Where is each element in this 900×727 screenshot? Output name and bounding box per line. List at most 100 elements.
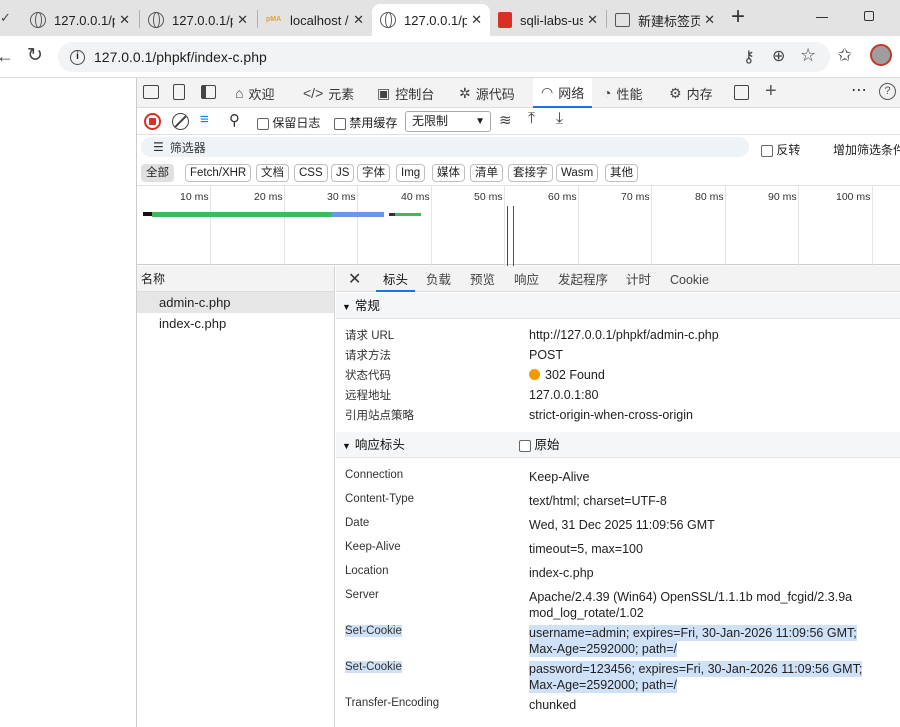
tab-title: 127.0.0.1/phpkf/ [54,12,115,28]
zoom-icon[interactable]: ⊕ [772,46,785,66]
help-icon[interactable]: ? [879,83,896,100]
header-value: index-c.php [529,566,594,580]
header-name: Connection [345,469,404,481]
close-detail-icon[interactable]: ✕ [348,269,361,289]
close-tab-icon[interactable]: ✕ [704,12,715,28]
close-tab-icon[interactable]: ✕ [237,12,248,28]
type-filter-wasm[interactable]: Wasm [556,164,599,182]
tab-sources[interactable]: ✲ 源代码 [459,78,515,108]
preserve-log-checkbox[interactable]: 保留日志 [257,114,320,131]
avatar[interactable] [870,44,892,66]
type-filter-socket[interactable]: 套接字 [508,164,553,182]
type-filter-all[interactable]: 全部 [141,164,174,182]
tab-payload[interactable]: 负载 [426,266,451,292]
tab-actions-chevron-icon[interactable]: ✓ [0,10,11,26]
filter-input[interactable]: ☰ 筛选器 [141,137,749,157]
header-name: Keep-Alive [345,541,401,553]
record-stop-icon[interactable] [144,113,161,130]
tab-welcome[interactable]: ⌂ 欢迎 [235,78,274,108]
tab-timing[interactable]: 计时 [626,266,651,292]
navigation-bar: ← ↻ i 127.0.0.1/phpkf/index-c.php ⚷ ⊕ ☆ … [0,36,900,78]
type-filter-manifest[interactable]: 清单 [470,164,503,182]
close-tab-icon[interactable]: ✕ [471,12,482,28]
tab-initiator[interactable]: 发起程序 [558,266,608,292]
minimize-icon[interactable] [816,17,828,18]
add-tool-icon[interactable]: + [765,80,777,103]
close-tab-icon[interactable]: ✕ [119,12,130,28]
type-filter-fetch-xhr[interactable]: Fetch/XHR [185,164,252,182]
browser-tab-4-active[interactable]: 127.0.0.1/phpkf/ ✕ [372,4,490,36]
disable-cache-checkbox[interactable]: 禁用缓存 [334,114,397,131]
type-filter-js[interactable]: JS [331,164,355,182]
domcontentloaded-marker [507,206,508,266]
network-conditions-icon[interactable]: ≋ [499,111,512,129]
browser-tab-5[interactable]: sqli-labs-us ✕ [490,4,606,36]
invert-checkbox[interactable]: 反转 [761,141,800,158]
bug-icon: ✲ [459,84,471,101]
tab-elements[interactable]: </> 元素 [303,78,354,108]
search-icon[interactable]: ⚲ [229,111,240,129]
back-arrow-icon[interactable]: ← [0,46,14,67]
request-row[interactable]: admin-c.php [137,292,334,313]
general-section-header[interactable]: ▼ 常规 [336,293,900,319]
tab-cookies[interactable]: Cookie [670,266,709,292]
address-bar[interactable]: i 127.0.0.1/phpkf/index-c.php [58,42,830,72]
tab-performance[interactable]: ◔ 性能 [603,78,642,108]
tab-console[interactable]: ▣ 控制台 [377,78,434,108]
tab-preview[interactable]: 预览 [470,266,495,292]
tab-title: sqli-labs-us [520,12,584,28]
filter-placeholder: 筛选器 [169,140,206,155]
site-info-icon[interactable]: i [70,49,85,65]
header-value: chunked [529,698,577,712]
close-tab-icon[interactable]: ✕ [353,12,364,28]
network-toolbar: ≡ ⚲ 保留日志 禁用缓存 无限制 ▼ ≋ ⤒ ⤓ [137,108,900,135]
tick-label: 90 ms [768,191,797,203]
type-filter-img[interactable]: Img [396,164,426,182]
tab-memory[interactable]: ⚙ 内存 [669,78,713,108]
tab-label: 欢迎 [248,86,275,102]
raw-checkbox[interactable]: 原始 [519,432,560,458]
tab-network[interactable]: ◠ 网络 [533,78,593,108]
filter-icon[interactable]: ≡ [200,111,209,128]
name-column-header[interactable]: 名称 [137,266,334,292]
reload-icon[interactable]: ↻ [27,44,43,67]
favorite-star-icon[interactable]: ☆ [800,45,816,66]
import-har-icon[interactable]: ⤒ [528,110,535,128]
browser-tab-1[interactable]: 127.0.0.1/phpkf/ ✕ [22,4,138,36]
key-icon[interactable]: ⚷ [743,47,755,67]
request-row[interactable]: index-c.php [137,313,334,334]
type-filter-doc[interactable]: 文档 [256,164,289,182]
type-filter-font[interactable]: 字体 [357,164,390,182]
restore-window-icon[interactable] [864,11,874,21]
clear-icon[interactable] [172,113,189,130]
favorites-icon[interactable]: ✩ [837,45,852,66]
browser-tab-2[interactable]: 127.0.0.1/phpkf/ ✕ [140,4,256,36]
header-value: username=admin; expires=Fri, 30-Jan-2026… [529,625,857,641]
close-tab-icon[interactable]: ✕ [587,12,598,28]
device-emulation-icon[interactable] [173,84,185,100]
throttling-select[interactable]: 无限制 ▼ [405,111,491,132]
browser-tab-6[interactable]: 新建标签页 ✕ [607,4,723,36]
url-text: 127.0.0.1/phpkf/index-c.php [94,49,267,65]
tab-label: 网络 [558,85,585,101]
header-name: 引用站点策略 [345,410,414,422]
network-timeline[interactable]: 10 ms 20 ms 30 ms 40 ms 50 ms 60 ms 70 m… [137,185,900,266]
tab-response[interactable]: 响应 [514,266,539,292]
inspect-element-icon[interactable] [143,85,159,99]
tab-headers[interactable]: 标头 [376,266,416,292]
type-filter-other[interactable]: 其他 [605,164,638,182]
dock-side-icon[interactable] [201,85,216,99]
type-filter-css[interactable]: CSS [294,164,328,182]
timeline-bar-waiting [152,212,332,217]
more-filters-button[interactable]: 增加筛选条件 [833,141,900,158]
more-options-icon[interactable]: ⋯ [851,80,867,100]
new-tab-button[interactable]: + [731,3,745,31]
response-headers-section-header[interactable]: ▼ 响应标头 原始 [336,432,900,458]
phpmyadmin-icon: pMA [266,16,282,23]
detail-tab-bar: ✕ 标头 负载 预览 响应 发起程序 计时 Cookie [336,266,900,292]
export-har-icon[interactable]: ⤓ [556,110,563,128]
browser-tab-3[interactable]: pMA localhost / 127.0.0.1 ✕ [258,4,372,36]
type-filter-media[interactable]: 媒体 [432,164,465,182]
panel-icon[interactable] [734,85,749,100]
header-name: Server [345,589,379,601]
